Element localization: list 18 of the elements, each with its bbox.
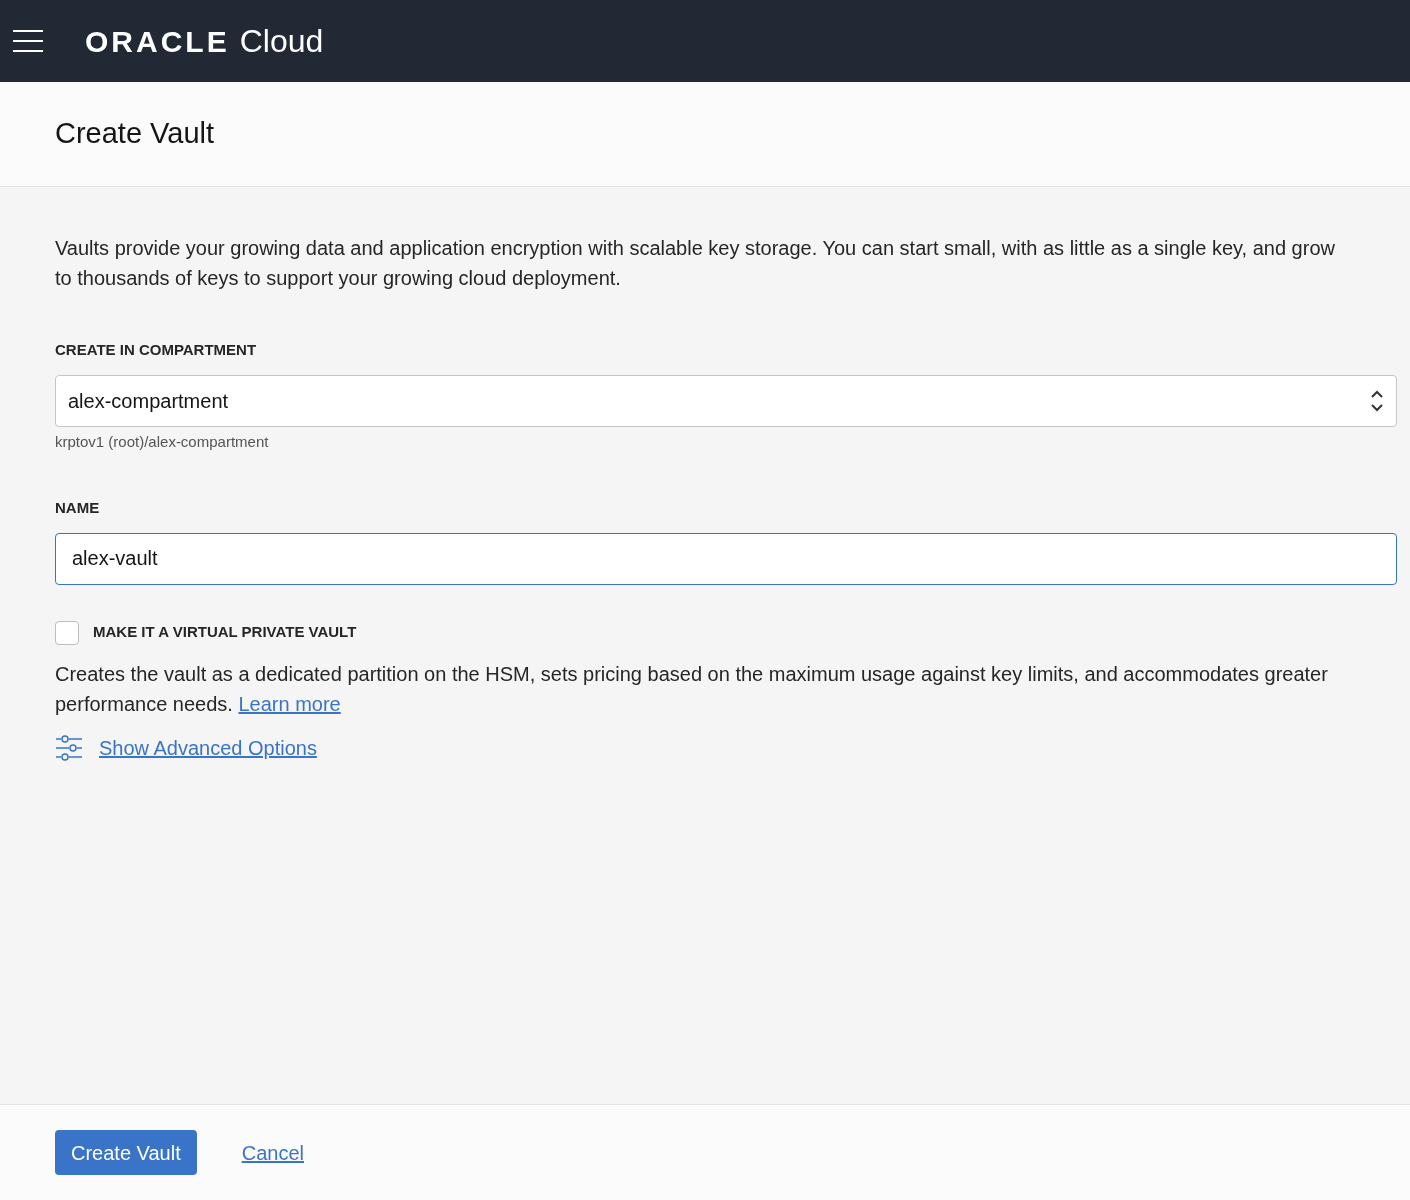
compartment-path: krptov1 (root)/alex-compartment [55,431,270,452]
product-name: Cloud [239,22,324,61]
field-label: NAME [55,498,101,518]
show-advanced-options-link[interactable]: Show Advanced Options [99,732,317,763]
checkbox-label: MAKE IT A VIRTUAL PRIVATE VAULT [93,622,357,643]
field-label: CREATE IN COMPARTMENT [55,340,258,360]
create-vault-button[interactable]: Create Vault [55,1130,197,1175]
intro-paragraph: Vaults provide your growing data and application encryption with scalable key storage. You can start small, with as little as a single key, and grow to thousands of keys to support your growing cloud deployment. [55,236,1336,291]
compartment-select[interactable]: alex-compartment [55,374,1397,427]
checkbox[interactable] [55,620,79,645]
page-title: Create Vault [55,116,215,152]
menu-icon[interactable] [13,30,43,52]
cancel-link[interactable]: Cancel [241,1137,304,1168]
sliders-icon [55,734,83,761]
brand-logo[interactable]: ORACLE [85,19,230,64]
name-input[interactable]: alex-vault [55,532,1397,585]
vault-description: Creates the vault as a dedicated partition on the HSM, sets pricing based on the maximum usage against key limits, and accommodates greater performance needs. Learn more [55,661,1329,717]
learn-more-link[interactable]: Learn more [238,692,341,715]
